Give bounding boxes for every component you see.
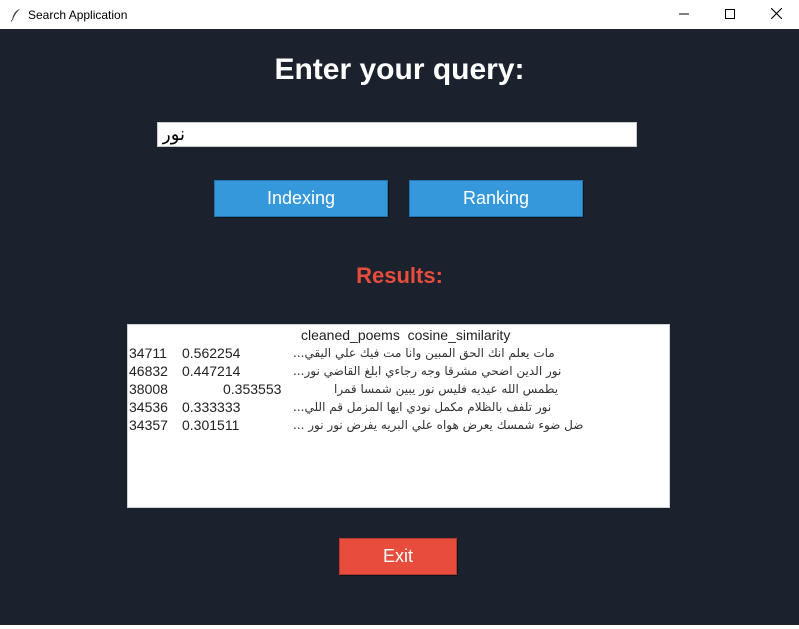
result-score: 0.333333: [182, 399, 241, 415]
result-row: 46832 0.447214 نور الدين اضحي مشرقا وجه …: [129, 363, 669, 381]
window-bottom-border: [0, 625, 799, 629]
result-row: 34711 0.562254 مات يعلم انك الحق المبين …: [129, 345, 669, 363]
result-row: 34357 0.301511 ضل ضوء شمسك يعرض هواه علي…: [129, 417, 669, 435]
result-poem: نور تلفف بالظلام مكمل نودي ايها المزمل ق…: [293, 400, 552, 414]
title-bar: Search Application: [0, 0, 799, 29]
exit-button[interactable]: Exit: [339, 538, 457, 575]
result-row: 34536 0.333333 نور تلفف بالظلام مكمل نود…: [129, 399, 669, 417]
result-poem: ضل ضوء شمسك يعرض هواه علي البريه يفرض نو…: [293, 418, 584, 432]
maximize-button[interactable]: [707, 0, 753, 29]
result-id: 34536: [129, 399, 168, 415]
result-poem: مات يعلم انك الحق المبين وانا مت فيك علي…: [293, 346, 555, 360]
app-window: Search Application Enter your query: I: [0, 0, 799, 629]
minimize-button[interactable]: [661, 0, 707, 29]
result-poem: يطمس الله عيديه فليس نور يبين شمسا قمرا: [334, 382, 559, 396]
window-title: Search Application: [28, 7, 128, 22]
minimize-icon: [679, 6, 689, 24]
results-textbox[interactable]: cleaned_poems cosine_similarity 34711 0.…: [127, 324, 670, 508]
app-content: Enter your query: Indexing Ranking Resul…: [0, 29, 799, 625]
close-button[interactable]: [753, 0, 799, 29]
maximize-icon: [725, 6, 735, 24]
result-id: 34711: [129, 345, 167, 361]
ranking-button[interactable]: Ranking: [409, 180, 583, 217]
result-score: 0.562254: [182, 345, 241, 361]
result-poem: نور الدين اضحي مشرقا وجه رجاءي ابلغ القا…: [293, 364, 562, 378]
result-score: 0.353553: [223, 381, 282, 397]
result-score: 0.447214: [182, 363, 241, 379]
result-score: 0.301511: [182, 417, 240, 433]
close-icon: [770, 6, 782, 24]
result-row: 38008 0.353553 يطمس الله عيديه فليس نور …: [129, 381, 669, 399]
indexing-button[interactable]: Indexing: [214, 180, 388, 217]
query-input[interactable]: [157, 122, 637, 147]
result-id: 38008: [129, 381, 168, 397]
feather-icon: [8, 7, 24, 23]
result-id: 34357: [129, 417, 168, 433]
page-title: Enter your query:: [274, 53, 525, 86]
window-controls: [661, 0, 799, 29]
results-header: cleaned_poems cosine_similarity: [301, 327, 511, 343]
results-heading: Results:: [356, 263, 443, 288]
result-id: 46832: [129, 363, 168, 379]
